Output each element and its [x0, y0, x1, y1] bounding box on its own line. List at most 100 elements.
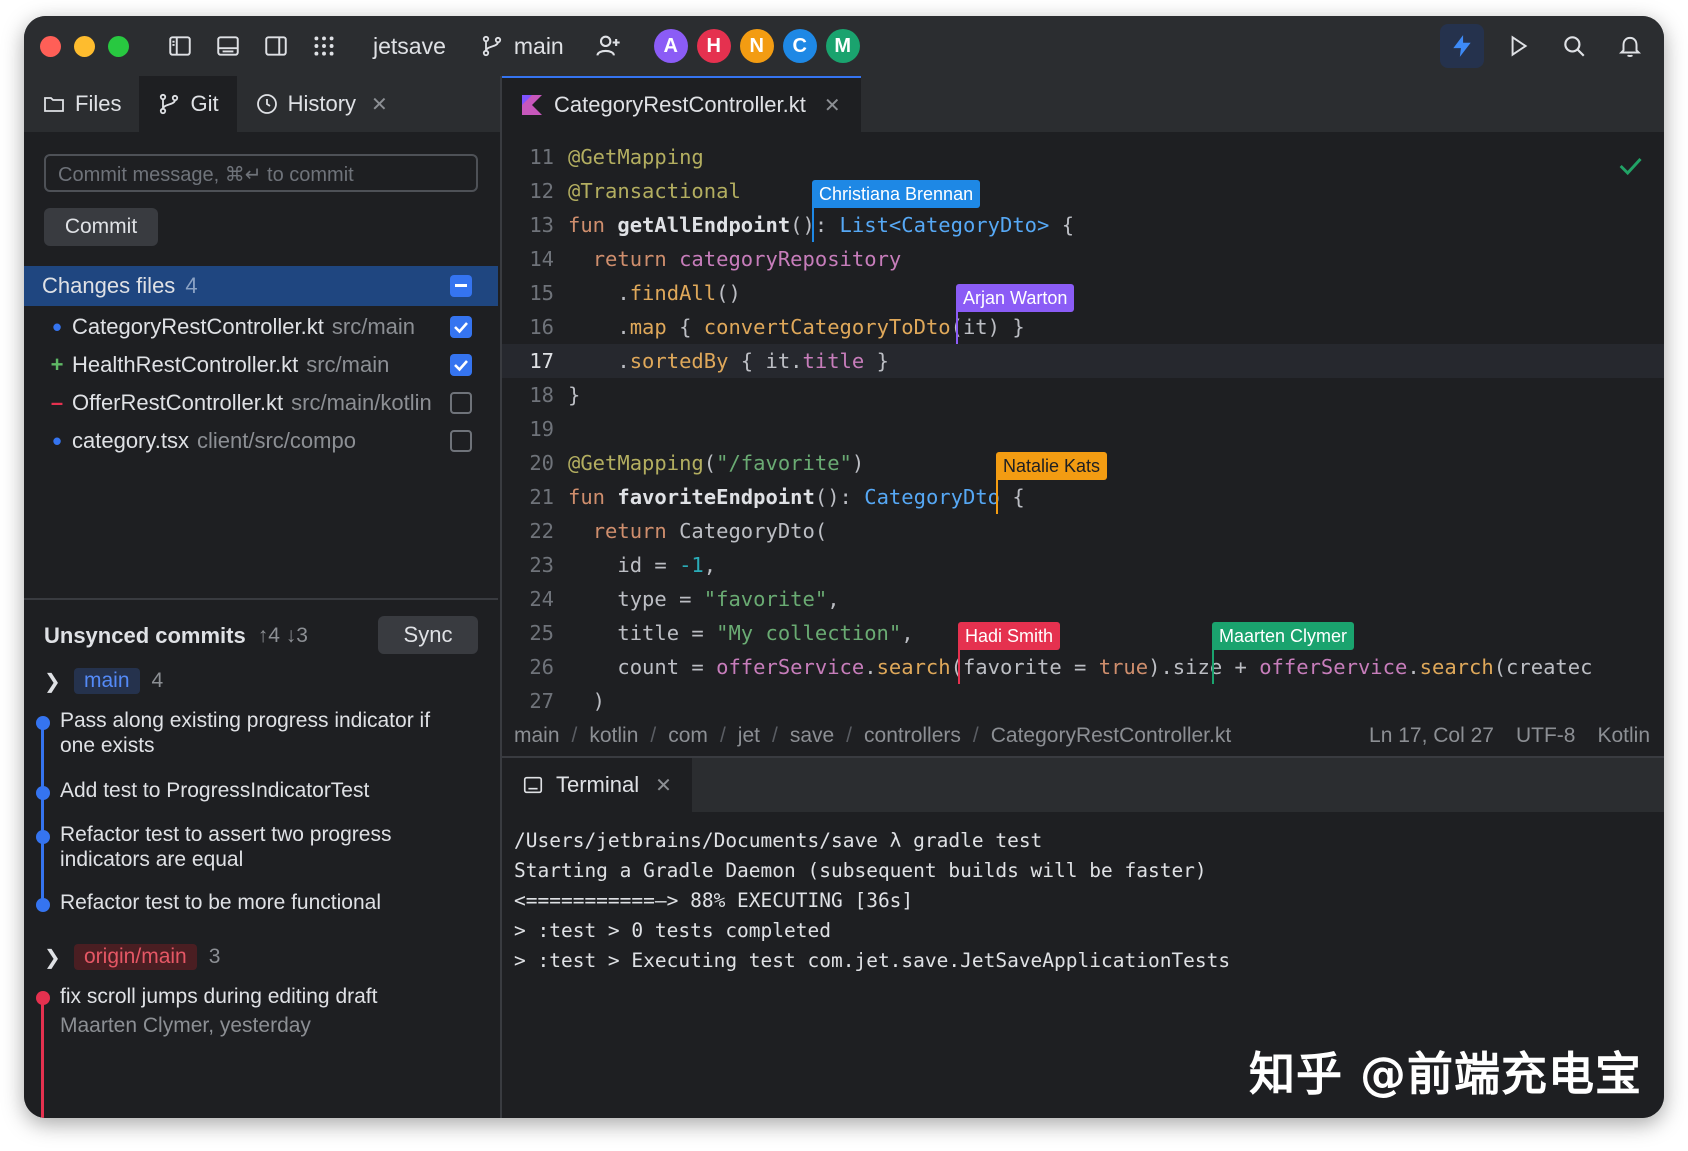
avatar[interactable]: M	[825, 29, 860, 63]
file-name: CategoryRestController.kt	[72, 314, 324, 339]
line-number: 24	[529, 587, 554, 611]
file-path: src/main	[331, 314, 416, 339]
commit-message-input[interactable]: Commit message, ⌘↵ to commit	[44, 154, 478, 192]
status-bar: main / kotlin / com / jet / save / controllers / Cat…	[502, 716, 1664, 756]
line-number: 13	[529, 213, 554, 237]
line-number: 25	[529, 621, 554, 645]
git-branch-icon	[482, 35, 501, 57]
commit-item[interactable]: fix scroll jumps during editing draft Ma…	[60, 984, 460, 1038]
tab-history[interactable]: History ✕	[237, 76, 406, 132]
tab-files[interactable]: Files	[24, 76, 139, 132]
breadcrumb-item[interactable]: com	[668, 724, 708, 748]
commit-graph-line	[41, 996, 44, 1118]
changed-file-row[interactable]: • CategoryRestController.kt src/main	[24, 308, 498, 346]
changes-files-header[interactable]: Changes files 4	[24, 266, 498, 306]
add-user-icon[interactable]	[594, 32, 622, 60]
local-branch-row[interactable]: ❯ main 4	[44, 666, 163, 696]
terminal-line: > :test > 0 tests completed	[514, 919, 831, 942]
left-panel-icon[interactable]	[167, 33, 193, 59]
apps-grid-icon[interactable]	[311, 33, 337, 59]
changed-file-row[interactable]: + HealthRestController.kt src/main	[24, 346, 498, 384]
code-line-current: 17 .sortedBy { it.title }	[502, 344, 1664, 378]
branch-tag-main: main	[74, 668, 140, 694]
commit-node	[36, 991, 50, 1005]
breadcrumb-item[interactable]: main	[514, 724, 560, 748]
code-line: 15 .findAll()	[502, 276, 1664, 310]
right-panel-icon[interactable]	[263, 33, 289, 59]
panel-divider	[24, 598, 498, 600]
commit-item[interactable]: Refactor test to be more functional	[60, 890, 460, 915]
file-name: category.tsx	[72, 428, 189, 453]
watermark: 知乎 @前端充电宝	[1248, 1047, 1642, 1101]
tab-git[interactable]: Git	[139, 76, 237, 132]
tab-label: CategoryRestController.kt	[554, 92, 806, 117]
breadcrumb-item[interactable]: kotlin	[589, 724, 638, 748]
search-icon[interactable]	[1552, 24, 1596, 68]
code-line: 27 )	[502, 684, 1664, 718]
commit-node	[36, 786, 50, 800]
window-controls	[40, 35, 129, 57]
project-name[interactable]: jetsave	[373, 33, 446, 60]
tab-category-rest-controller[interactable]: CategoryRestController.kt ✕	[502, 76, 861, 132]
close-tab-icon[interactable]: ✕	[371, 92, 388, 117]
notifications-bell-icon[interactable]	[1608, 24, 1652, 68]
terminal-tabs: Terminal ✕	[502, 758, 1664, 812]
file-checkbox[interactable]	[450, 430, 472, 452]
avatar[interactable]: A	[653, 29, 688, 63]
changed-file-row[interactable]: – OfferRestController.kt src/main/kotlin	[24, 384, 498, 422]
lightning-icon[interactable]	[1440, 24, 1484, 68]
run-icon[interactable]	[1496, 24, 1540, 68]
commit-item[interactable]: Pass along existing progress indicator i…	[60, 708, 460, 758]
title-bar: jetsave main AHNCM	[24, 16, 1664, 76]
breadcrumb-item[interactable]: controllers	[864, 724, 961, 748]
code-line: 16 .map { convertCategoryToDto(it) }	[502, 310, 1664, 344]
tab-terminal[interactable]: Terminal ✕	[502, 758, 692, 812]
close-window-button[interactable]	[40, 35, 61, 57]
commit-item[interactable]: Add test to ProgressIndicatorTest	[60, 778, 460, 803]
file-encoding[interactable]: UTF-8	[1516, 724, 1576, 748]
unsynced-commits-header: Unsynced commits ↑4 ↓3 Sync	[44, 616, 478, 656]
code-line: 24 type = "favorite",	[502, 582, 1664, 616]
code-line: 26 count = offerService.search(favorite …	[502, 650, 1664, 684]
commit-item[interactable]: Refactor test to assert two progress ind…	[60, 822, 460, 872]
commit-author: Maarten Clymer, yesterday	[60, 1014, 311, 1037]
file-language[interactable]: Kotlin	[1597, 724, 1650, 748]
minimize-window-button[interactable]	[74, 35, 95, 57]
unsynced-title: Unsynced commits	[44, 623, 246, 648]
sync-button[interactable]: Sync	[378, 616, 478, 654]
collaborator-cursor	[958, 650, 960, 684]
branch-tag-origin-main: origin/main	[74, 944, 197, 970]
cursor-label-christiana: Christiana Brennan	[812, 180, 981, 208]
avatar[interactable]: C	[782, 29, 817, 63]
breadcrumb-item[interactable]: CategoryRestController.kt	[991, 724, 1231, 748]
close-tab-icon[interactable]: ✕	[655, 773, 672, 798]
remote-branch-row[interactable]: ❯ origin/main 3	[44, 942, 220, 972]
line-number: 27	[529, 689, 554, 713]
cursor-label-arjan: Arjan Warton	[956, 284, 1075, 312]
tab-git-label: Git	[190, 91, 219, 116]
bottom-panel-icon[interactable]	[215, 33, 241, 59]
chevron-right-icon[interactable]: ❯	[44, 945, 66, 970]
file-checkbox[interactable]	[450, 316, 472, 338]
breadcrumb-item[interactable]: save	[790, 724, 834, 748]
chevron-right-icon[interactable]: ❯	[44, 669, 66, 694]
branch-selector[interactable]: main	[480, 33, 564, 60]
breadcrumb-item[interactable]: jet	[738, 724, 760, 748]
caret-position[interactable]: Ln 17, Col 27	[1369, 724, 1494, 748]
avatar[interactable]: N	[739, 29, 774, 63]
maximize-window-button[interactable]	[108, 35, 129, 57]
commit-button[interactable]: Commit	[44, 208, 158, 246]
file-checkbox[interactable]	[450, 354, 472, 376]
avatar[interactable]: H	[696, 29, 731, 63]
changed-file-row[interactable]: • category.tsx client/src/components	[24, 422, 498, 460]
editor-tabs: CategoryRestController.kt ✕	[502, 76, 1664, 132]
terminal-output[interactable]: /Users/jetbrains/Documents/save λ gradle…	[514, 826, 1230, 976]
left-panel-tabs: Files Git History ✕	[24, 76, 500, 132]
close-tab-icon[interactable]: ✕	[824, 93, 841, 118]
file-checkbox[interactable]	[450, 392, 472, 414]
terminal-line: > :test > Executing test com.jet.save.Je…	[514, 949, 1231, 972]
cursor-label-natalie: Natalie Kats	[996, 452, 1108, 480]
folder-icon	[44, 97, 64, 112]
select-all-checkbox[interactable]	[450, 275, 472, 297]
line-number: 14	[529, 247, 554, 271]
